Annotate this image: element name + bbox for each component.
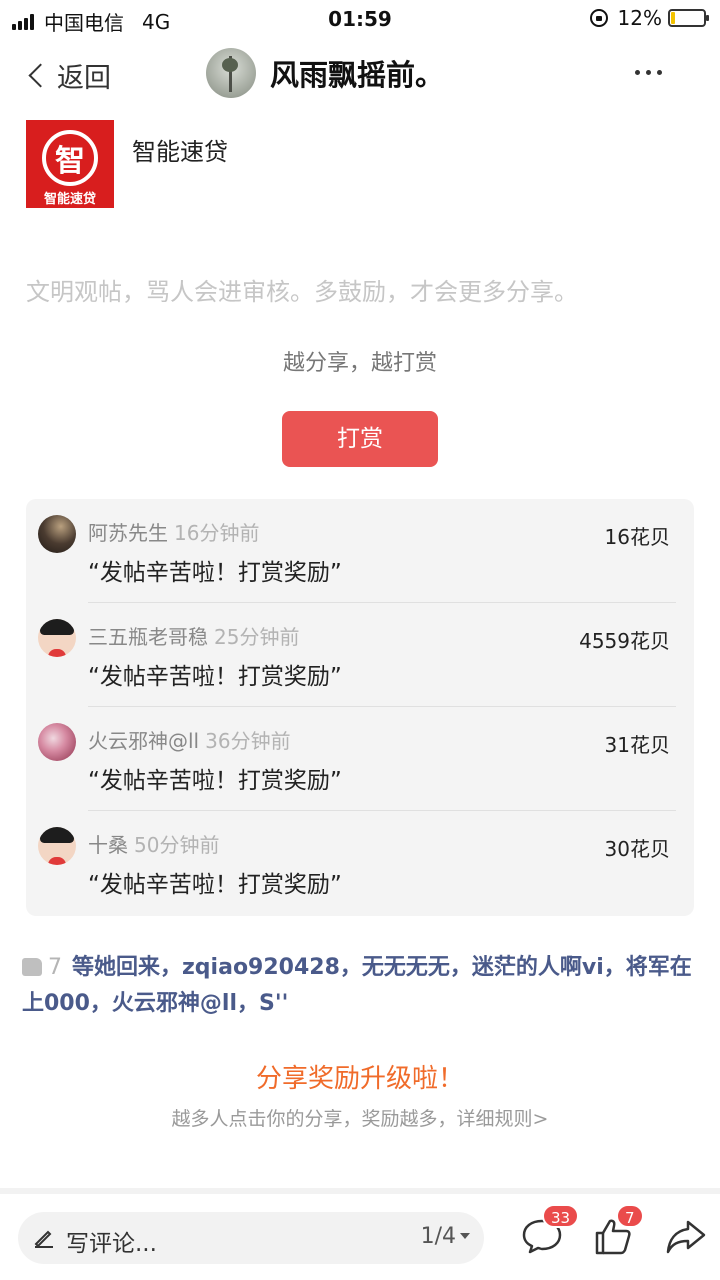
reward-button[interactable]: 打赏 bbox=[282, 411, 438, 467]
page-indicator-label: 1/4 bbox=[420, 1224, 456, 1249]
reward-row: 三五瓶老哥稳 25分钟前 “发帖辛苦啦！打赏奖励” 4559花贝 bbox=[38, 603, 676, 707]
like-button[interactable]: 7 bbox=[592, 1204, 644, 1260]
author-name[interactable]: 风雨飘摇前。 bbox=[270, 52, 444, 94]
reward-message: “发帖辛苦啦！打赏奖励” bbox=[88, 560, 342, 586]
likes-section: 7 等她回来，zqiao920428，无无无无，迷茫的人啊vi，将军在上000，火… bbox=[22, 950, 698, 1022]
like-count-badge: 7 bbox=[616, 1204, 644, 1228]
pencil-icon bbox=[34, 1230, 53, 1248]
reward-message: “发帖辛苦啦！打赏奖励” bbox=[88, 872, 342, 898]
reward-amount: 30花贝 bbox=[604, 837, 670, 861]
reward-time: 25分钟前 bbox=[214, 625, 300, 649]
rotation-lock-icon bbox=[589, 9, 608, 27]
comment-placeholder: 写评论... bbox=[66, 1231, 157, 1257]
share-rules-link[interactable]: 越多人点击你的分享，奖励越多，详细规则> bbox=[0, 1104, 720, 1131]
reward-message: “发帖辛苦啦！打赏奖励” bbox=[88, 768, 342, 794]
author-avatar[interactable] bbox=[206, 48, 256, 98]
reward-message: “发帖辛苦啦！打赏奖励” bbox=[88, 664, 342, 690]
app-logo: 智 智能速贷 bbox=[26, 120, 114, 208]
like-count: 7 bbox=[48, 955, 62, 980]
app-card[interactable]: 智 智能速贷 智能速贷 bbox=[26, 120, 228, 208]
reward-row: 十桑 50分钟前 “发帖辛苦啦！打赏奖励” 30花贝 bbox=[38, 811, 676, 915]
share-button[interactable] bbox=[664, 1216, 708, 1260]
reward-username[interactable]: 三五瓶老哥稳 bbox=[88, 625, 208, 649]
reward-row: 火云邪神@ll 36分钟前 “发帖辛苦啦！打赏奖励” 31花贝 bbox=[38, 707, 676, 811]
reward-time: 50分钟前 bbox=[134, 833, 220, 857]
reward-time: 36分钟前 bbox=[205, 729, 291, 753]
reward-row: 阿苏先生 16分钟前 “发帖辛苦啦！打赏奖励” 16花贝 bbox=[38, 499, 676, 603]
user-avatar[interactable] bbox=[38, 827, 76, 865]
page-indicator[interactable]: 1/4 bbox=[421, 1224, 470, 1249]
liked-users[interactable]: 等她回来，zqiao920428，无无无无，迷茫的人啊vi，将军在上000，火云… bbox=[22, 955, 692, 1016]
comments-button[interactable]: 33 bbox=[520, 1204, 580, 1260]
app-name: 智能速贷 bbox=[132, 138, 228, 166]
chevron-left-icon bbox=[28, 63, 53, 88]
user-avatar[interactable] bbox=[38, 723, 76, 761]
reward-hint: 越分享，越打赏 bbox=[282, 351, 437, 376]
app-logo-caption: 智能速贷 bbox=[43, 192, 96, 207]
reward-username[interactable]: 阿苏先生 bbox=[88, 521, 168, 545]
comment-count-badge: 33 bbox=[542, 1204, 580, 1228]
battery-percent: 12% bbox=[617, 6, 662, 30]
bottom-bar: 写评论... 1/4 33 7 bbox=[0, 1194, 720, 1280]
share-title[interactable]: 分享奖励升级啦！ bbox=[0, 1058, 720, 1095]
status-bar: 中国电信 4G 01:59 12% bbox=[0, 0, 720, 38]
civility-notice: 文明观帖，骂人会进审核。多鼓励，才会更多分享。 bbox=[26, 278, 578, 306]
thumbs-up-icon[interactable] bbox=[22, 958, 42, 976]
reward-amount: 31花贝 bbox=[604, 733, 670, 757]
battery-fill bbox=[671, 12, 675, 24]
reward-amount: 16花贝 bbox=[604, 525, 670, 549]
more-icon[interactable] bbox=[635, 70, 668, 75]
reward-list: 阿苏先生 16分钟前 “发帖辛苦啦！打赏奖励” 16花贝 三五瓶老哥稳 25分钟前 … bbox=[26, 499, 694, 916]
battery-icon bbox=[668, 9, 709, 27]
app-logo-glyph: 智 bbox=[55, 144, 85, 179]
reward-username[interactable]: 十桑 bbox=[88, 833, 128, 857]
back-button[interactable]: 返回 bbox=[26, 56, 111, 95]
nav-bar: 返回 风雨飘摇前。 bbox=[0, 40, 720, 110]
user-avatar[interactable] bbox=[38, 619, 76, 657]
reward-amount: 4559花贝 bbox=[579, 629, 670, 653]
back-label: 返回 bbox=[57, 63, 111, 94]
caret-down-icon bbox=[460, 1233, 470, 1239]
user-avatar[interactable] bbox=[38, 515, 76, 553]
reward-username[interactable]: 火云邪神@ll bbox=[88, 729, 199, 753]
comment-input[interactable]: 写评论... 1/4 bbox=[18, 1212, 484, 1264]
share-icon bbox=[666, 1220, 706, 1254]
reward-time: 16分钟前 bbox=[174, 521, 260, 545]
